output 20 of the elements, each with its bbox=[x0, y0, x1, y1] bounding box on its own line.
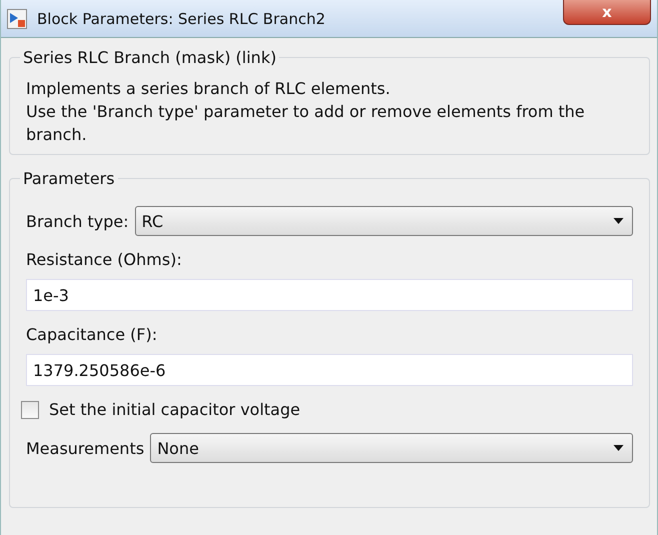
group-title: Series RLC Branch (mask) (link) bbox=[22, 48, 278, 67]
field-label: Measurements bbox=[26, 438, 144, 458]
close-button[interactable]: x bbox=[563, 0, 651, 25]
input-field[interactable]: 1379.250586e-6 bbox=[26, 354, 633, 386]
description-text: Implements a series branch of RLC elements. Use the 'Branch type' parameter to add or remove elements from the branch. bbox=[26, 78, 586, 146]
checkbox[interactable] bbox=[21, 400, 39, 418]
checkbox-label: Set the initial capacitor voltage bbox=[49, 400, 300, 419]
caret-icon bbox=[613, 445, 624, 451]
window-title: Block Parameters: Series RLC Branch2 bbox=[37, 10, 326, 28]
dropdown-value: None bbox=[157, 438, 199, 458]
field-label: Branch type: bbox=[26, 212, 129, 230]
dropdown[interactable]: None bbox=[150, 433, 633, 463]
group-title: Parameters bbox=[22, 169, 116, 188]
input-field[interactable]: 1e-3 bbox=[26, 279, 633, 311]
block-icon bbox=[7, 8, 27, 28]
dropdown[interactable]: RC bbox=[134, 206, 633, 236]
field-label: Resistance (Ohms): bbox=[26, 250, 183, 269]
dropdown-value: RC bbox=[142, 212, 164, 230]
caret-icon bbox=[613, 218, 624, 224]
field-label: Capacitance (F): bbox=[26, 325, 158, 344]
